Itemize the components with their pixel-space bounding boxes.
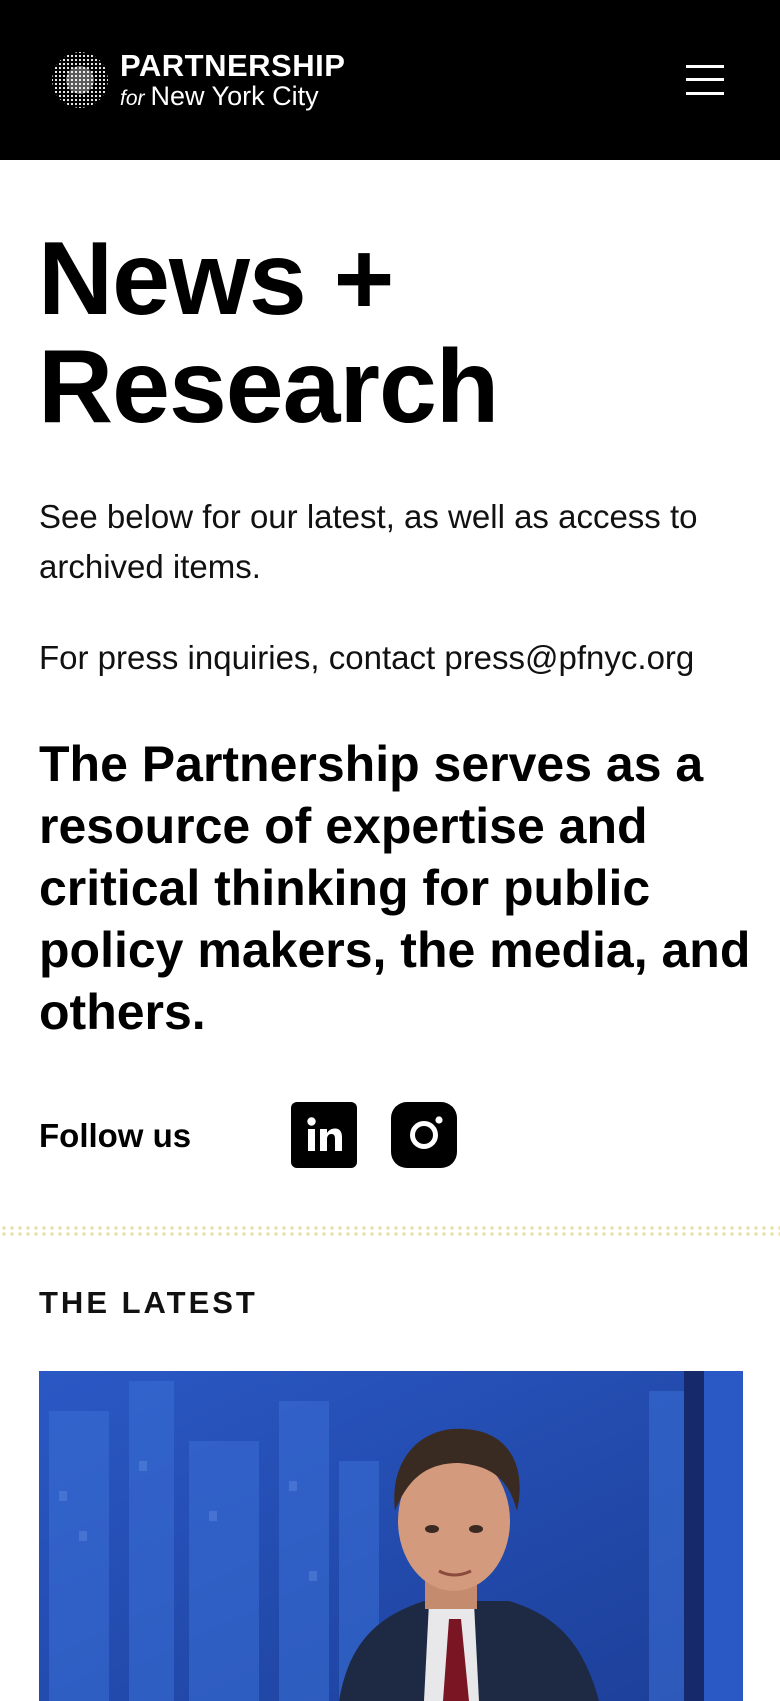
press-contact-label: For press inquiries, contact [39, 639, 436, 676]
globe-logo-icon [52, 52, 108, 108]
follow-us-label: Follow us [39, 1117, 192, 1154]
logo-wordmark-city: New York City [150, 81, 319, 111]
linkedin-icon[interactable] [291, 1102, 357, 1168]
press-email-link[interactable]: press@pfnyc.org [444, 639, 694, 676]
instagram-icon[interactable] [391, 1102, 457, 1168]
hamburger-menu-icon[interactable] [684, 62, 726, 98]
page-title-line1: News + [38, 221, 394, 337]
latest-section-heading: THE LATEST [39, 1285, 258, 1320]
logo-wordmark-nyc: for New York City [120, 83, 345, 110]
intro-text: See below for our latest, as well as acc… [39, 498, 698, 585]
page-title-line2: Research [38, 329, 499, 445]
page-title: News + Research [38, 225, 738, 441]
partnership-logo[interactable]: PARTNERSHIP for New York City [50, 50, 345, 110]
latest-article-image[interactable] [39, 1371, 743, 1701]
linkedin-glyph [307, 1117, 342, 1151]
news-photo [39, 1371, 743, 1701]
logo-wordmark-partnership: PARTNERSHIP [120, 48, 346, 83]
dotted-divider [0, 1225, 780, 1237]
mission-statement: The Partnership serves as a resource of … [39, 736, 751, 1040]
instagram-glyph [410, 1116, 443, 1149]
press-contact: For press inquiries, contact press@pfnyc… [39, 633, 759, 683]
logo-wordmark-for: for [120, 87, 145, 110]
site-header: PARTNERSHIP for New York City [0, 0, 780, 160]
